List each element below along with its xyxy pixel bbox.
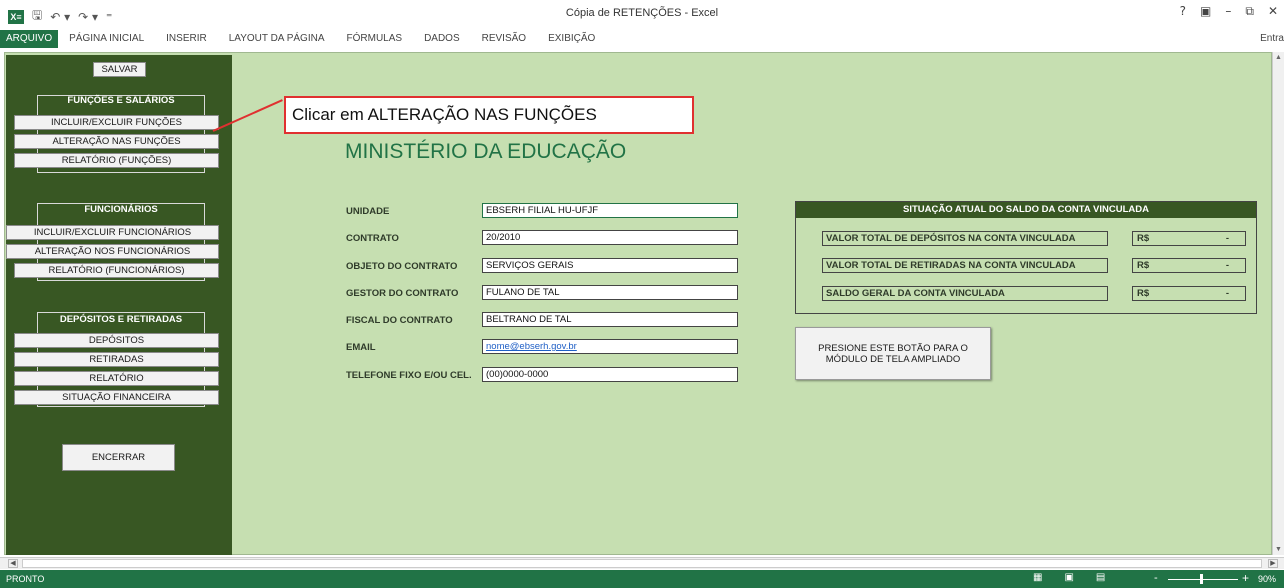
normal-view-icon[interactable]: ▦ [1033,572,1042,583]
sidebar-item-relatorio-funcionarios[interactable]: RELATÓRIO (FUNCIONÁRIOS) [14,263,219,278]
expand-screen-button[interactable]: PRESIONE ESTE BOTÃO PARA O MÓDULO DE TEL… [795,327,991,380]
currency-label: R$ [1137,260,1150,271]
close-icon[interactable]: ✕ [1268,4,1278,19]
balance-value-depositos: R$ - [1132,231,1246,246]
zoom-slider-track[interactable] [1168,579,1238,580]
input-gestor-contrato[interactable]: FULANO DE TAL [482,285,738,300]
ribbon-display-icon[interactable]: ▣ [1200,4,1211,19]
balance-label-saldo: SALDO GERAL DA CONTA VINCULADA [822,286,1108,301]
horizontal-scrollbar[interactable]: ◀ ▶ [0,557,1284,569]
input-unidade[interactable]: EBSERH FILIAL HU-UFJF [482,203,738,218]
scroll-right-icon[interactable]: ▶ [1268,559,1278,568]
zoom-in-button[interactable]: + [1242,571,1249,585]
tab-dados[interactable]: DADOS [413,30,471,48]
sidebar-item-retiradas[interactable]: RETIRADAS [14,352,219,367]
status-bar: PRONTO ▦ ▣ ▤ - + 90% [0,570,1284,588]
ribbon-tabs: ARQUIVO PÁGINA INICIAL INSERIR LAYOUT DA… [0,30,1284,48]
scroll-up-icon[interactable]: ▲ [1275,54,1282,61]
sidebar-item-depositos[interactable]: DEPÓSITOS [14,333,219,348]
balance-label-retiradas: VALOR TOTAL DE RETIRADAS NA CONTA VINCUL… [822,258,1108,273]
window-controls: ? ▣ – ⧉ ✕ [1180,4,1278,19]
scroll-track[interactable] [22,559,1262,568]
sidebar-item-relatorio[interactable]: RELATÓRIO [14,371,219,386]
scroll-left-icon[interactable]: ◀ [8,559,18,568]
restore-icon[interactable]: ⧉ [1245,4,1254,19]
status-ready: PRONTO [6,574,45,584]
instruction-callout: Clicar em ALTERAÇÃO NAS FUNÇÕES [284,96,694,134]
view-buttons: ▦ ▣ ▤ [1033,572,1105,583]
tab-arquivo[interactable]: ARQUIVO [0,30,59,48]
label-email: EMAIL [346,342,376,353]
zoom-slider-thumb[interactable] [1200,574,1203,584]
page-break-view-icon[interactable]: ▤ [1096,572,1105,583]
tab-layout-da-pagina[interactable]: LAYOUT DA PÁGINA [218,30,336,48]
sidebar-item-relatorio-funcoes[interactable]: RELATÓRIO (FUNÇÕES) [14,153,219,168]
minimize-icon[interactable]: – [1225,4,1231,19]
balance-panel: SITUAÇÃO ATUAL DO SALDO DA CONTA VINCULA… [795,201,1257,314]
window-title: Cópia de RETENÇÕES - Excel [565,7,719,19]
save-button[interactable]: SALVAR [93,62,146,77]
balance-amount: - [1225,260,1229,271]
group-title-funcionarios: FUNCIONÁRIOS [84,204,158,215]
sidebar-menu: SALVAR FUNÇÕES E SALÁRIOS INCLUIR/EXCLUI… [6,55,232,555]
vertical-scrollbar[interactable]: ▲ ▼ [1272,52,1284,555]
zoom-level[interactable]: 90% [1258,574,1276,584]
expand-screen-button-line2: MÓDULO DE TELA AMPLIADO [825,354,961,365]
input-objeto-contrato[interactable]: SERVIÇOS GERAIS [482,258,738,273]
scroll-down-icon[interactable]: ▼ [1275,546,1282,553]
page-title: MINISTÉRIO DA EDUCAÇÃO [345,140,627,163]
input-email[interactable]: nome@ebserh.gov.br [482,339,738,354]
group-title-depositos: DEPÓSITOS E RETIRADAS [59,314,183,325]
label-objeto-contrato: OBJETO DO CONTRATO [346,261,458,272]
title-bar: X≡ 🖫 ↶ ▾ ↷ ▾ ⁼ Cópia de RETENÇÕES - Exce… [0,0,1284,28]
currency-label: R$ [1137,233,1150,244]
sidebar-item-alteracao-funcionarios[interactable]: ALTERAÇÃO NOS FUNCIONÁRIOS [6,244,219,259]
balance-panel-title: SITUAÇÃO ATUAL DO SALDO DA CONTA VINCULA… [796,202,1256,218]
group-title-funcoes: FUNÇÕES E SALÁRIOS [67,95,175,106]
sidebar-item-situacao-financeira[interactable]: SITUAÇÃO FINANCEIRA [14,390,219,405]
label-telefone: TELEFONE FIXO E/OU CEL. [346,370,472,381]
label-unidade: UNIDADE [346,206,390,217]
input-contrato[interactable]: 20/2010 [482,230,738,245]
tab-formulas[interactable]: FÓRMULAS [336,30,414,48]
balance-label-depositos: VALOR TOTAL DE DEPÓSITOS NA CONTA VINCUL… [822,231,1108,246]
sidebar-item-alteracao-funcoes[interactable]: ALTERAÇÃO NAS FUNÇÕES [14,134,219,149]
currency-label: R$ [1137,288,1150,299]
balance-value-retiradas: R$ - [1132,258,1246,273]
balance-amount: - [1225,233,1229,244]
encerrar-button[interactable]: ENCERRAR [62,444,175,471]
sign-in-link[interactable]: Entra [1260,30,1284,48]
label-fiscal-contrato: FISCAL DO CONTRATO [346,315,453,326]
input-fiscal-contrato[interactable]: BELTRANO DE TAL [482,312,738,327]
page-layout-view-icon[interactable]: ▣ [1064,572,1073,583]
tab-exibicao[interactable]: EXIBIÇÃO [537,30,606,48]
sidebar-item-incluir-excluir-funcoes[interactable]: INCLUIR/EXCLUIR FUNÇÕES [14,115,219,130]
tab-revisao[interactable]: REVISÃO [471,30,537,48]
input-telefone[interactable]: (00)0000-0000 [482,367,738,382]
expand-screen-button-line1: PRESIONE ESTE BOTÃO PARA O [818,343,968,354]
balance-amount: - [1225,288,1229,299]
help-icon[interactable]: ? [1180,4,1186,19]
zoom-out-button[interactable]: - [1154,572,1158,584]
balance-value-saldo: R$ - [1132,286,1246,301]
label-gestor-contrato: GESTOR DO CONTRATO [346,288,459,299]
label-contrato: CONTRATO [346,233,399,244]
sidebar-item-incluir-excluir-funcionarios[interactable]: INCLUIR/EXCLUIR FUNCIONÁRIOS [6,225,219,240]
tab-inserir[interactable]: INSERIR [155,30,218,48]
tab-pagina-inicial[interactable]: PÁGINA INICIAL [58,30,155,48]
